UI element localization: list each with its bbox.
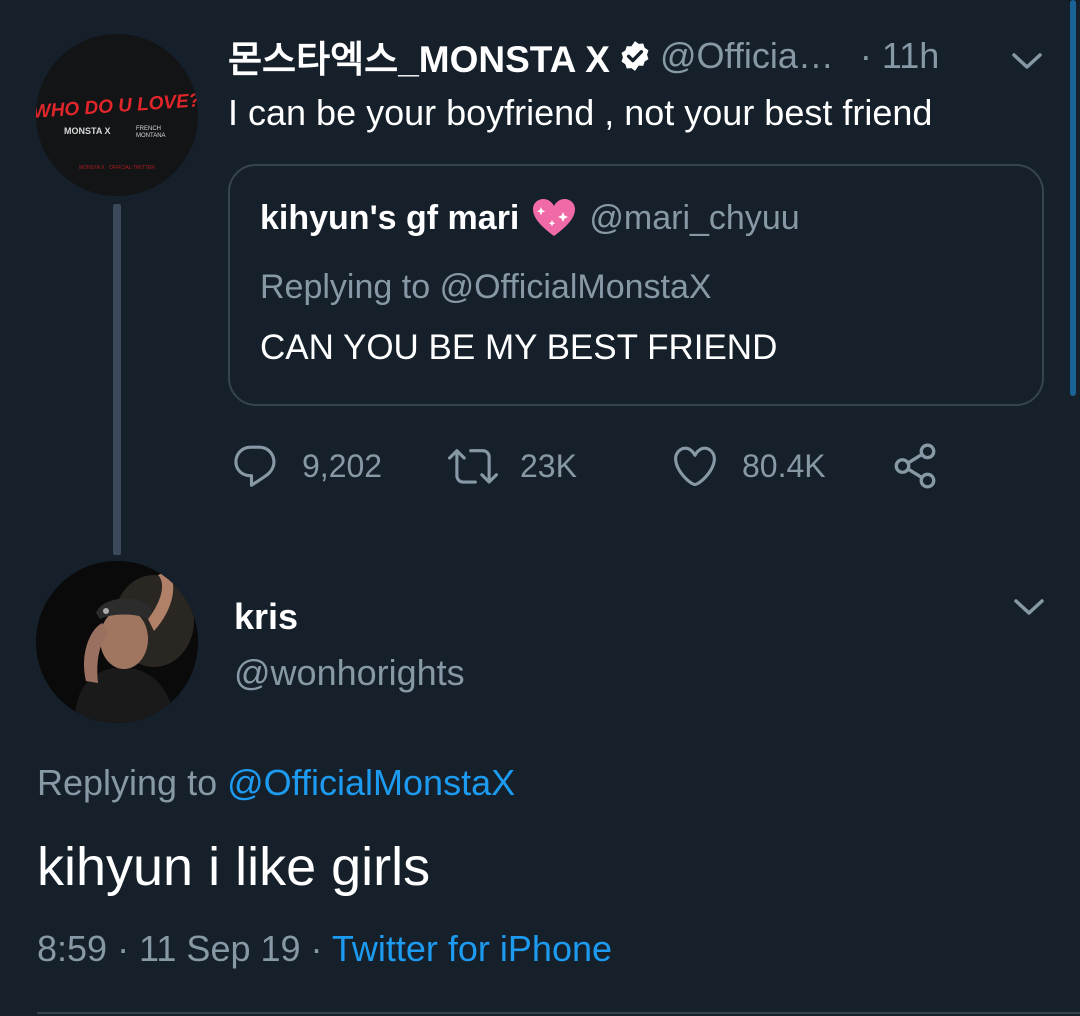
thread-connector-line <box>113 204 121 555</box>
reply-replying-to: Replying to @OfficialMonstaX <box>37 762 515 804</box>
reply-tweet-text: kihyun i like girls <box>37 837 431 897</box>
retweet-icon <box>448 449 498 484</box>
replying-prefix: Replying to <box>37 762 218 803</box>
like-count: 80.4K <box>742 447 826 484</box>
tweet-metadata: 8:59 · 11 Sep 19 · Twitter for iPhone <box>37 928 612 970</box>
quoted-tweet-text: CAN YOU BE MY BEST FRIEND <box>260 328 778 367</box>
author-name[interactable]: 몬스타엑스_MONSTA X <box>228 29 610 83</box>
reply-author-handle[interactable]: @wonhorights <box>234 652 465 694</box>
tweet-action-bar: 9,202 23K 80.4K <box>228 440 948 492</box>
reply-author-name[interactable]: kris <box>234 596 298 638</box>
scrollbar[interactable] <box>1070 0 1076 396</box>
album-footer-text: MONSTA X · OFFICIAL TWITTER <box>79 165 155 171</box>
retweet-count: 23K <box>520 447 577 484</box>
tweet-text: I can be your boyfriend , not your best … <box>228 92 933 133</box>
author-handle[interactable]: @Officia… <box>660 35 834 77</box>
profile-photo-image <box>36 561 198 723</box>
quoted-tweet-card[interactable]: kihyun's gf mari @mari_chyuu Replying to… <box>228 164 1044 406</box>
chevron-down-icon[interactable] <box>1012 596 1046 618</box>
tweet-timestamp: 8:59 · 11 Sep 19 · <box>37 928 323 969</box>
album-feature-bottom-text: MONTANA <box>136 133 166 139</box>
tweet-time: · 11h <box>859 35 940 76</box>
reply-button[interactable]: 9,202 <box>230 440 382 492</box>
album-feature-top-text: FRENCH <box>136 126 161 132</box>
quoted-author-name: kihyun's gf mari <box>260 198 520 237</box>
sparkling-heart-icon <box>533 199 576 236</box>
avatar-kris[interactable] <box>36 561 198 723</box>
share-icon <box>894 443 936 489</box>
divider <box>37 1012 1080 1014</box>
reply-icon <box>234 445 276 487</box>
verified-badge-icon <box>621 41 649 71</box>
album-cover-image: WHO DO U LOVE? MONSTA X FRENCH MONTANA M… <box>36 34 198 196</box>
retweet-button[interactable]: 23K <box>448 440 577 492</box>
tweet-header: 몬스타엑스_MONSTA X @Officia… · 11h <box>228 30 1058 82</box>
tweet-thread-view: WHO DO U LOVE? MONSTA X FRENCH MONTANA M… <box>0 0 1080 1016</box>
avatar-monsta-x[interactable]: WHO DO U LOVE? MONSTA X FRENCH MONTANA M… <box>36 34 198 196</box>
quoted-tweet-header: kihyun's gf mari @mari_chyuu <box>260 198 800 238</box>
share-button[interactable] <box>890 440 940 492</box>
album-artist-text: MONSTA X <box>64 126 111 136</box>
replying-prefix: Replying to <box>260 268 431 306</box>
reply-count: 9,202 <box>302 447 383 484</box>
tweet-source-link[interactable]: Twitter for iPhone <box>332 928 612 969</box>
quoted-author-handle: @mari_chyuu <box>589 198 800 237</box>
heart-icon <box>674 446 716 487</box>
chevron-down-icon[interactable] <box>1010 50 1044 72</box>
replying-handle-link[interactable]: @OfficialMonstaX <box>227 762 515 803</box>
replying-handle: @OfficialMonstaX <box>439 268 712 306</box>
like-button[interactable]: 80.4K <box>670 440 826 492</box>
quoted-replying-to: Replying to @OfficialMonstaX <box>260 268 712 307</box>
